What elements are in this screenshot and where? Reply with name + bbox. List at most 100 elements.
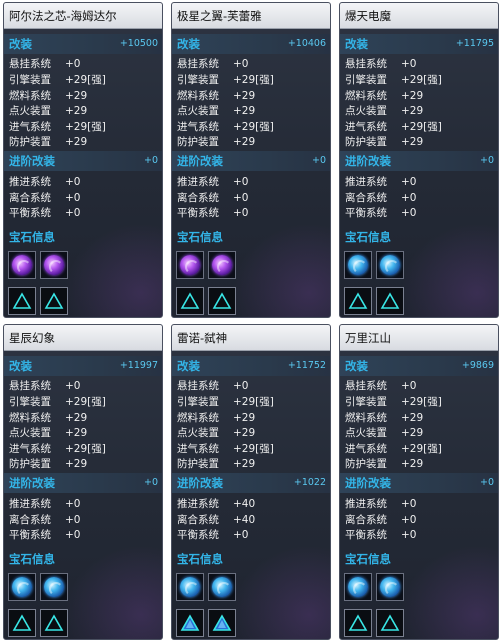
stat-value: +29 xyxy=(65,90,88,102)
stat-row: 燃料系统 +29 xyxy=(345,89,495,104)
stat-label: 平衡系统 xyxy=(9,207,51,219)
stat-label: 悬挂系统 xyxy=(345,380,387,392)
gem-slot[interactable] xyxy=(176,251,204,279)
stat-label: 进气系统 xyxy=(177,121,219,133)
advanced-stat-row: 推进系统 +40 xyxy=(177,497,327,512)
mod-section-title: 改装 xyxy=(9,359,32,373)
upgrade-slot[interactable] xyxy=(376,287,404,315)
vehicle-card[interactable]: 星辰幻象 改装 +11997 悬挂系统 +0 引擎装置 +29[强] 燃料系统 +29 点火装置 +… xyxy=(3,324,163,640)
stat-label: 推进系统 xyxy=(9,498,51,510)
upgrade-slot[interactable] xyxy=(344,287,372,315)
purple-gem-icon xyxy=(44,255,64,275)
mod-total-value: +10500 xyxy=(119,38,158,49)
filled-triangle-slot-icon xyxy=(212,614,232,631)
gem-info-title: 宝石信息 xyxy=(345,230,391,244)
stat-row: 进气系统 +29[强] xyxy=(345,120,495,135)
filled-triangle-slot-icon xyxy=(180,614,200,631)
mod-section-header: 改装 +11795 xyxy=(340,34,498,54)
vehicle-card[interactable]: 阿尔法之芯-海姆达尔 改装 +10500 悬挂系统 +0 引擎装置 +29[强] 燃料系统 +2… xyxy=(3,2,163,318)
stat-value: +29 xyxy=(401,136,424,148)
upgrade-slot[interactable] xyxy=(376,609,404,637)
stat-value: +0 xyxy=(401,529,417,541)
upgrade-slot[interactable] xyxy=(40,287,68,315)
gem-slot[interactable] xyxy=(344,573,372,601)
mod-section-header: 改装 +11997 xyxy=(4,356,162,376)
stat-row: 悬挂系统 +0 xyxy=(345,57,495,72)
advanced-mod-section-header: 进阶改装 +0 xyxy=(172,151,330,171)
mod-total-value: +10406 xyxy=(287,38,326,49)
mod-section-header: 改装 +9869 xyxy=(340,356,498,376)
upgrade-slot[interactable] xyxy=(8,609,36,637)
stat-value: +29 xyxy=(401,412,424,424)
stat-row: 进气系统 +29[强] xyxy=(177,120,327,135)
stat-value: +0 xyxy=(233,529,249,541)
stat-label: 燃料系统 xyxy=(177,412,219,424)
stat-value: +29[强] xyxy=(65,443,106,455)
advanced-mod-total-value: +0 xyxy=(143,155,158,166)
gem-slot[interactable] xyxy=(8,251,36,279)
gem-info-title: 宝石信息 xyxy=(9,552,55,566)
stat-label: 燃料系统 xyxy=(177,90,219,102)
upgrade-slot[interactable] xyxy=(40,609,68,637)
gem-slot[interactable] xyxy=(376,251,404,279)
stat-row: 引擎装置 +29[强] xyxy=(345,73,495,88)
advanced-mod-title: 进阶改装 xyxy=(345,476,391,490)
vehicle-card[interactable]: 万里江山 改装 +9869 悬挂系统 +0 引擎装置 +29[强] 燃料系统 +29 点火装置 +2… xyxy=(339,324,499,640)
card-glow-decoration xyxy=(232,545,330,639)
gem-slot[interactable] xyxy=(8,573,36,601)
stat-row: 点火装置 +29 xyxy=(345,104,495,119)
upgrade-slot[interactable] xyxy=(176,287,204,315)
gem-slot[interactable] xyxy=(208,251,236,279)
stat-row: 悬挂系统 +0 xyxy=(177,379,327,394)
stat-value: +0 xyxy=(65,58,81,70)
stat-row: 进气系统 +29[强] xyxy=(345,442,495,457)
stat-label: 推进系统 xyxy=(177,498,219,510)
stat-row: 点火装置 +29 xyxy=(177,104,327,119)
upgrade-slot[interactable] xyxy=(8,287,36,315)
gem-slot[interactable] xyxy=(40,573,68,601)
gem-slot[interactable] xyxy=(176,573,204,601)
vehicle-card[interactable]: 雷诺-弑神 改装 +11752 悬挂系统 +0 引擎装置 +29[强] 燃料系统 +29 点火装置… xyxy=(171,324,331,640)
upgrade-slot[interactable] xyxy=(344,609,372,637)
gem-slot[interactable] xyxy=(344,251,372,279)
gem-slot[interactable] xyxy=(208,573,236,601)
stat-row: 引擎装置 +29[强] xyxy=(9,73,159,88)
stat-value: +29[强] xyxy=(65,74,106,86)
upgrade-slot[interactable] xyxy=(208,287,236,315)
advanced-stat-row: 推进系统 +0 xyxy=(177,175,327,190)
mod-section-title: 改装 xyxy=(9,37,32,51)
stat-label: 离合系统 xyxy=(177,192,219,204)
upgrade-slot[interactable] xyxy=(176,609,204,637)
stat-label: 点火装置 xyxy=(9,105,51,117)
stat-label: 进气系统 xyxy=(9,121,51,133)
vehicle-card[interactable]: 极星之翼-芙蕾雅 改装 +10406 悬挂系统 +0 引擎装置 +29[强] 燃料系统 +29 点… xyxy=(171,2,331,318)
stat-label: 防护装置 xyxy=(177,458,219,470)
advanced-mod-total-value: +0 xyxy=(479,155,494,166)
stat-value: +40 xyxy=(233,498,256,510)
gem-slot[interactable] xyxy=(40,251,68,279)
vehicle-card[interactable]: 爆天电魔 改装 +11795 悬挂系统 +0 引擎装置 +29[强] 燃料系统 +29 点火装置 +… xyxy=(339,2,499,318)
empty-triangle-slot-icon xyxy=(44,614,64,631)
advanced-mod-total-value: +0 xyxy=(479,477,494,488)
advanced-mod-title: 进阶改装 xyxy=(177,476,223,490)
gem-slot[interactable] xyxy=(376,573,404,601)
stat-value: +29 xyxy=(65,427,88,439)
card-glow-decoration xyxy=(400,545,498,639)
gem-swirl-highlight xyxy=(185,260,199,274)
empty-triangle-slot-icon xyxy=(380,614,400,631)
stat-value: +29[强] xyxy=(401,74,442,86)
advanced-mod-title: 进阶改装 xyxy=(177,154,223,168)
stat-value: +0 xyxy=(65,176,81,188)
advanced-mod-section-header: 进阶改装 +1022 xyxy=(172,473,330,493)
stat-label: 悬挂系统 xyxy=(345,58,387,70)
stat-label: 离合系统 xyxy=(9,514,51,526)
gem-swirl-highlight xyxy=(49,260,63,274)
advanced-mod-total-value: +0 xyxy=(311,155,326,166)
upgrade-slot[interactable] xyxy=(208,609,236,637)
stat-value: +29 xyxy=(401,90,424,102)
mod-total-value: +11997 xyxy=(119,360,158,371)
empty-triangle-slot-icon xyxy=(44,292,64,309)
stat-label: 引擎装置 xyxy=(345,396,387,408)
mod-section-title: 改装 xyxy=(177,37,200,51)
stat-value: +29 xyxy=(233,412,256,424)
